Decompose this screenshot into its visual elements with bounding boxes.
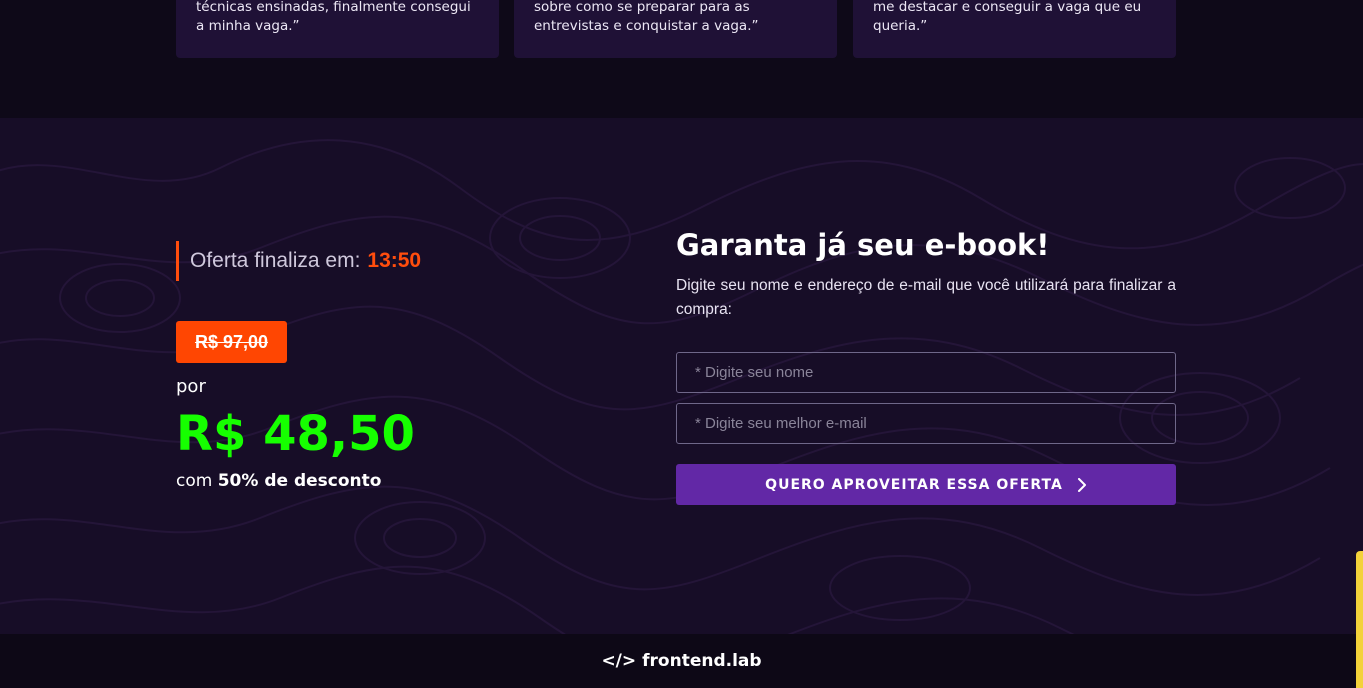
code-brackets-icon: </> [601, 651, 637, 671]
timer-label: Oferta finaliza em: [190, 249, 361, 272]
landing-page: técnicas ensinadas, finalmente consegui … [0, 0, 1363, 688]
testimonial-card: sobre como se preparar para as entrevist… [514, 0, 837, 58]
submit-offer-button[interactable]: QUERO APROVEITAR ESSA OFERTA [676, 464, 1176, 505]
submit-offer-label: QUERO APROVEITAR ESSA OFERTA [765, 476, 1063, 493]
testimonial-text: me destacar e conseguir a vaga que eu qu… [873, 0, 1142, 34]
testimonials-section: técnicas ensinadas, finalmente consegui … [0, 0, 1363, 118]
offer-section: Oferta finaliza em: 13:50 R$ 97,00 por R… [0, 118, 1363, 634]
testimonial-text: sobre como se preparar para as entrevist… [534, 0, 759, 34]
discount-prefix: com [176, 471, 213, 491]
testimonial-card: técnicas ensinadas, finalmente consegui … [176, 0, 499, 58]
logo-text: frontend.lab [642, 651, 762, 671]
email-input[interactable] [676, 403, 1176, 444]
name-input[interactable] [676, 352, 1176, 393]
offer-timer: Oferta finaliza em: 13:50 [176, 241, 421, 281]
form-title: Garanta já seu e-book! [676, 228, 1050, 262]
price-connector: por [176, 376, 206, 397]
testimonial-card: me destacar e conseguir a vaga que eu qu… [853, 0, 1176, 58]
discount-text: com 50% de desconto [176, 471, 381, 491]
footer: </> frontend.lab [0, 634, 1363, 688]
discount-amount: 50% de desconto [217, 471, 382, 491]
new-price: R$ 48,50 [176, 406, 415, 462]
timer-value: 13:50 [367, 249, 422, 272]
chevron-right-icon [1077, 477, 1086, 492]
scrollbar-thumb[interactable] [1356, 551, 1363, 688]
frontend-lab-logo[interactable]: </> frontend.lab [601, 651, 761, 671]
old-price-badge: R$ 97,00 [176, 321, 287, 363]
form-description: Digite seu nome e endereço de e-mail que… [676, 277, 1176, 318]
testimonial-text: técnicas ensinadas, finalmente consegui … [196, 0, 471, 34]
